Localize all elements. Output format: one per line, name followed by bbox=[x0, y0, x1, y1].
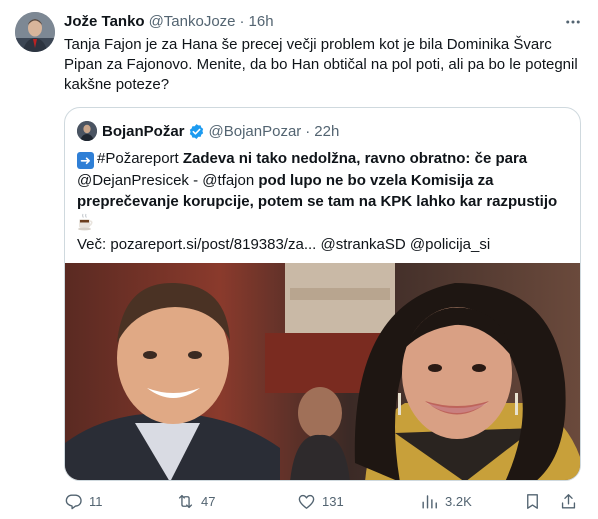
reply-button[interactable]: 11 bbox=[64, 490, 103, 512]
quote-photo[interactable] bbox=[65, 263, 580, 480]
action-bar: 11 47 131 3.2K bbox=[64, 490, 584, 512]
like-button[interactable]: 131 bbox=[297, 490, 344, 512]
share-button[interactable] bbox=[559, 490, 584, 512]
coffee-emoji bbox=[78, 213, 93, 230]
retweet-button[interactable]: 47 bbox=[176, 490, 215, 512]
tweet-header: Jože Tanko @TankoJoze · 16h bbox=[64, 12, 582, 32]
quote-author-handle[interactable]: @BojanPozar bbox=[209, 123, 302, 140]
quote-avatar-image bbox=[77, 121, 97, 141]
quote-header: BojanPožar @BojanPozar · 22h bbox=[77, 121, 339, 141]
author-name[interactable]: Jože Tanko bbox=[64, 12, 145, 32]
views-button[interactable]: 3.2K bbox=[420, 490, 472, 512]
arrow-right-emoji: ➜ bbox=[77, 152, 94, 169]
quoted-tweet[interactable]: BojanPožar @BojanPozar · 22h ➜ #Požarepor… bbox=[64, 107, 581, 481]
quote-author-avatar[interactable] bbox=[77, 121, 97, 141]
more-button[interactable] bbox=[562, 12, 584, 32]
quote-time[interactable]: 22h bbox=[314, 123, 339, 140]
header-separator: · bbox=[239, 13, 245, 30]
views-icon bbox=[422, 494, 437, 509]
reply-count: 11 bbox=[89, 493, 103, 509]
author-handle[interactable]: @TankoJoze bbox=[149, 12, 236, 32]
quote-hashtag[interactable]: #Požareport bbox=[97, 150, 179, 167]
bookmark-icon bbox=[527, 493, 538, 509]
like-icon bbox=[298, 494, 315, 509]
bookmark-button[interactable] bbox=[523, 490, 548, 512]
tweet-text: Tanja Fajon je za Hana še precej večji p… bbox=[64, 36, 578, 93]
quote-bold-text-1: Zadeva ni tako nedolžna, ravno obratno: … bbox=[182, 150, 528, 167]
quote-mention-1[interactable]: @DejanPresicek bbox=[77, 172, 189, 189]
author-avatar-image bbox=[15, 12, 55, 52]
share-icon bbox=[561, 493, 576, 509]
quote-mention-2[interactable]: @tfajon bbox=[202, 172, 254, 189]
tweet-time[interactable]: 16h bbox=[249, 12, 274, 32]
quote-text: ➜ #Požareport Zadeva ni tako nedolžna, ra… bbox=[77, 148, 572, 256]
more-icon bbox=[566, 20, 580, 24]
like-count: 131 bbox=[322, 493, 344, 509]
quote-separator: · bbox=[305, 122, 311, 140]
quote-author-name[interactable]: BojanPožar bbox=[102, 123, 185, 140]
author-avatar[interactable] bbox=[15, 12, 55, 52]
reply-icon bbox=[65, 493, 82, 509]
verified-badge-icon bbox=[189, 123, 203, 139]
view-count: 3.2K bbox=[445, 493, 472, 509]
quote-dash: - bbox=[188, 171, 203, 189]
quote-link-line[interactable]: Več: pozareport.si/post/819383/za... @st… bbox=[77, 236, 490, 253]
retweet-icon bbox=[178, 494, 193, 508]
photo-image bbox=[65, 263, 580, 480]
retweet-count: 47 bbox=[201, 493, 216, 509]
